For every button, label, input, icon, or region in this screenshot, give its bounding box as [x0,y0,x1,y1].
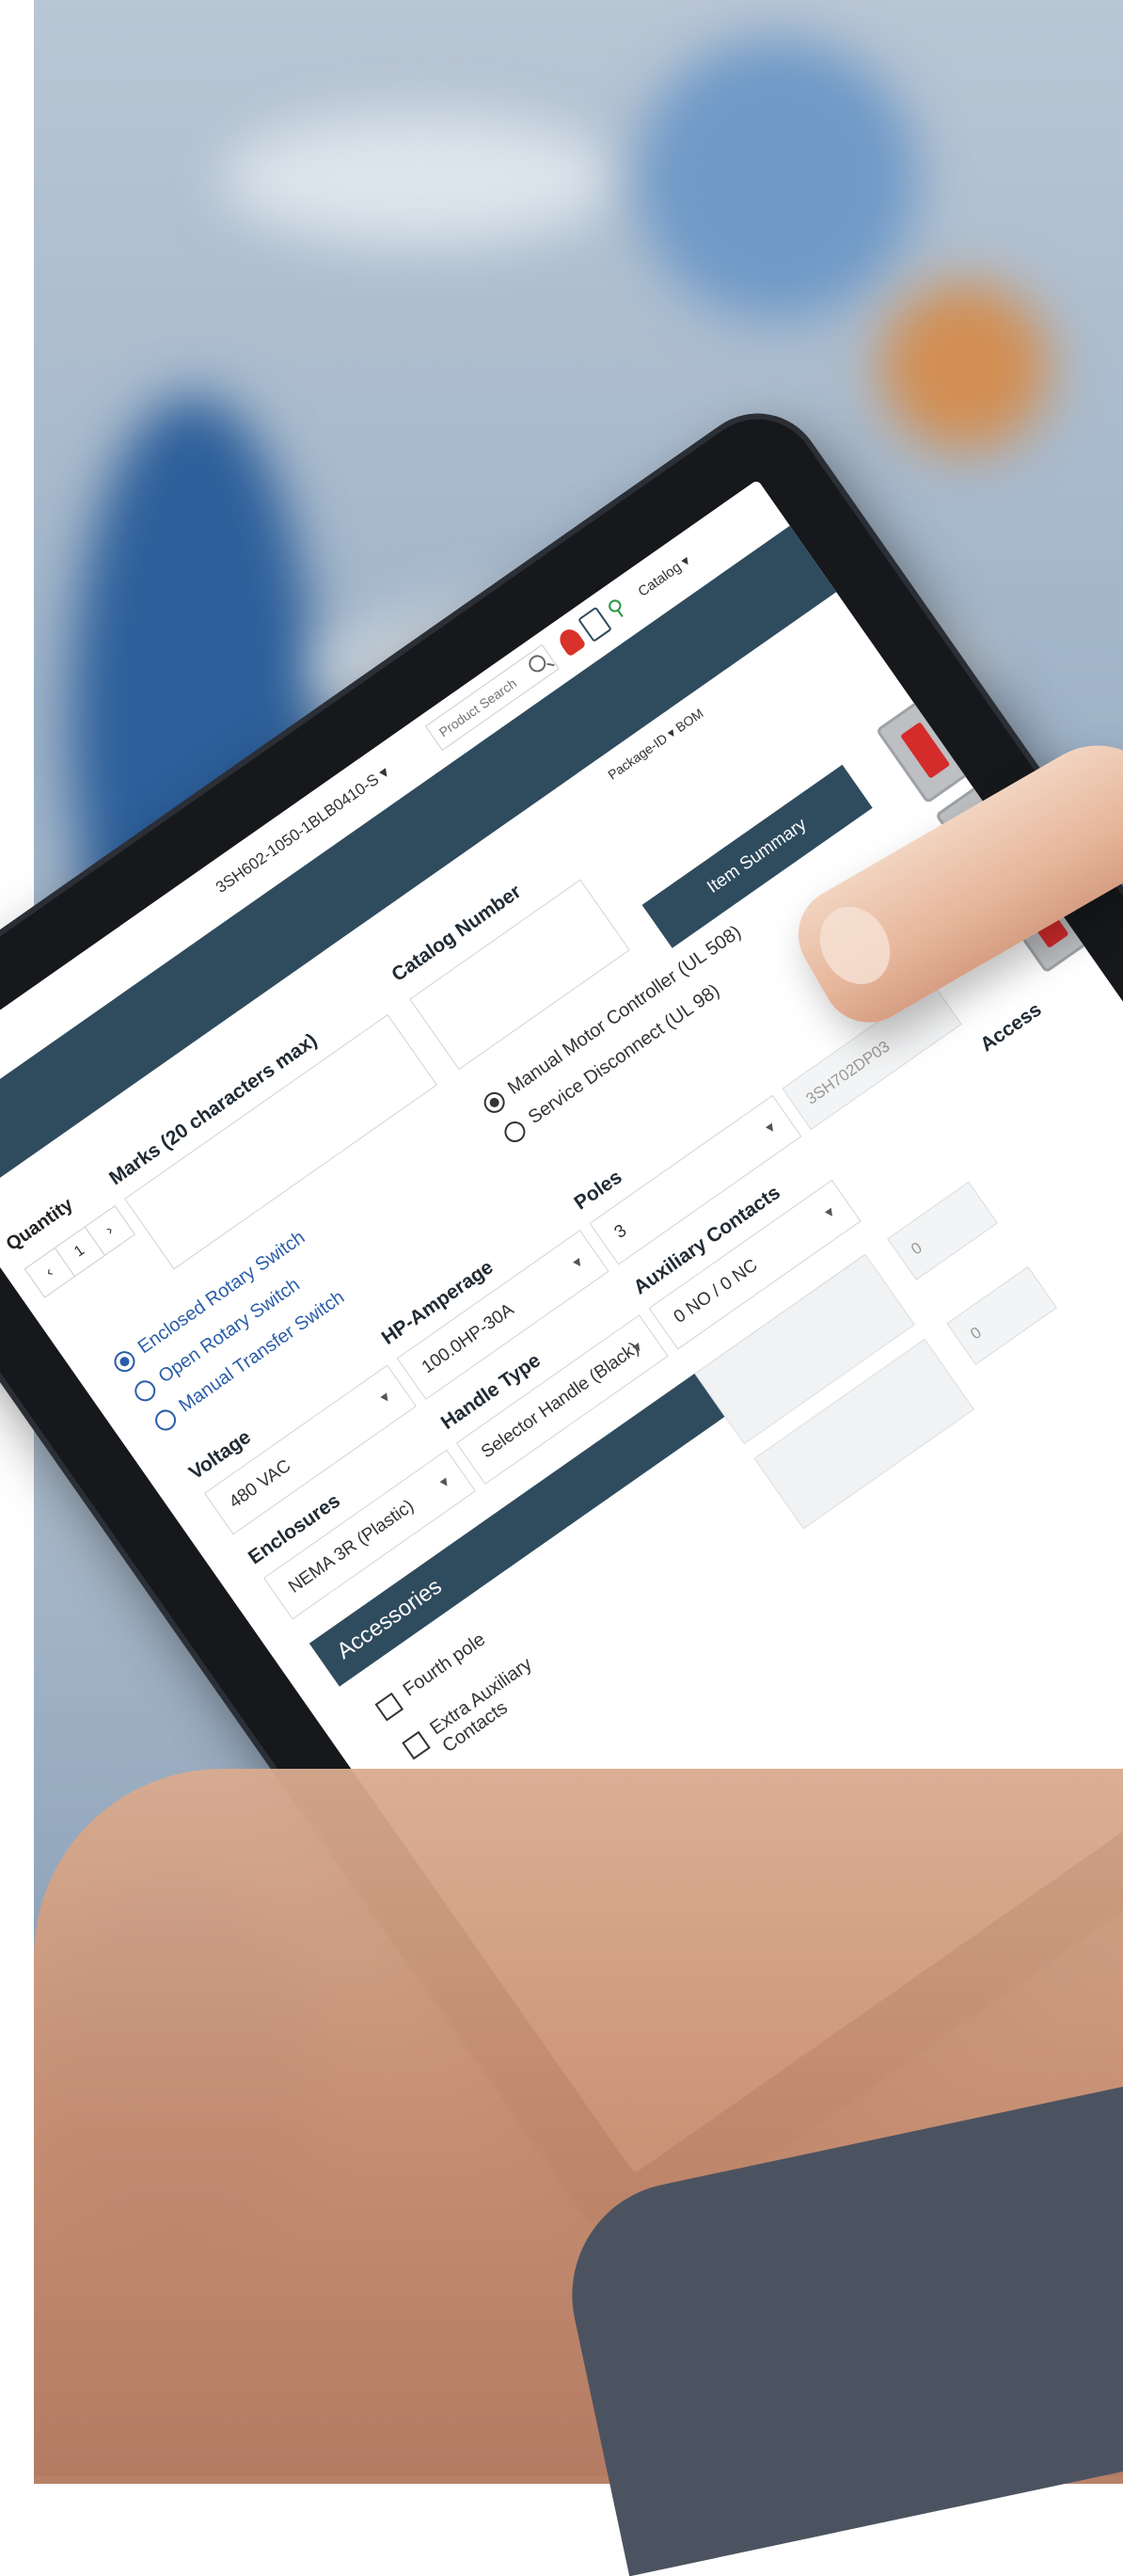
access-label: Access [976,998,1046,1057]
checkbox[interactable] [374,1692,404,1722]
chevron-down-icon: ▼ [435,1471,454,1492]
blur-blue-shape [636,38,918,320]
red-label [900,722,951,779]
radio-unselected-icon[interactable] [130,1375,160,1406]
document-icon[interactable] [577,606,612,643]
voltage-value: 480 VAC [226,1455,295,1513]
catalog-menu[interactable]: Catalog ▾ [635,552,693,600]
fingernail [806,894,904,997]
notification-icon[interactable] [555,625,587,658]
blur-light-shape [222,113,617,245]
search-icon[interactable] [525,651,549,676]
radio-unselected-icon[interactable] [499,1117,530,1146]
chevron-down-icon: ▼ [375,1387,395,1407]
blur-orange-shape [880,282,1050,452]
accessory-extra-aux-contacts[interactable]: Extra Auxiliary Contacts [400,1632,578,1775]
chevron-down-icon: ▼ [567,1252,588,1273]
count-field-2[interactable]: 0 [946,1265,1058,1365]
count-field-1[interactable]: 0 [887,1181,998,1280]
chevron-down-icon: ▼ [819,1202,840,1223]
poles-value: 3 [610,1220,631,1243]
radio-selected-icon[interactable] [480,1088,509,1117]
checkbox[interactable] [402,1730,431,1760]
radio-unselected-icon[interactable] [150,1405,181,1435]
radio-selected-icon[interactable] [109,1346,139,1376]
handle-knob [936,705,979,750]
network-icon[interactable]: ⚲ [603,592,634,624]
chevron-down-icon: ▼ [760,1117,781,1137]
